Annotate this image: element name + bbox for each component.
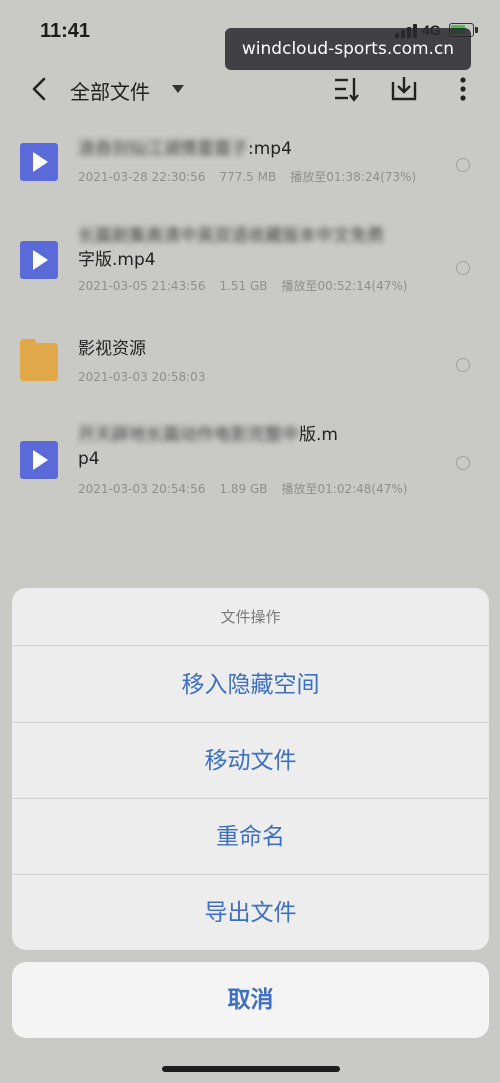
list-item[interactable]: 影视资源 2021-03-03 20:58:03 [0, 330, 500, 400]
cancel-button[interactable]: 取消 [12, 962, 489, 1038]
file-date: 2021-03-03 20:58:03 [78, 370, 206, 384]
file-name: 开天辟地长篇动作电影完整中版.m p4 [78, 425, 338, 469]
action-sheet-title: 文件操作 [12, 588, 489, 646]
video-file-icon [20, 241, 58, 279]
status-time: 11:41 [40, 20, 91, 42]
file-progress: 播放至01:02:48(47%) [281, 482, 408, 496]
list-item[interactable]: 长篇剧集高清中英双语收藏版本中文免费 字版.mp4 2021-03-05 21:4… [0, 220, 500, 315]
file-date: 2021-03-28 22:30:56 [78, 170, 206, 184]
video-file-icon [20, 143, 58, 181]
move-file-button[interactable]: 移动文件 [12, 723, 489, 799]
file-meta: 2021-03-05 21:43:56 1.51 GB 播放至00:52:14(47… [78, 277, 421, 294]
folder-icon [20, 339, 58, 381]
file-name: 浪吞剑仙江湖情雷霆子:mp4 [78, 139, 292, 159]
file-meta: 2021-03-03 20:58:03 [78, 370, 219, 384]
list-item[interactable]: 开天辟地长篇动作电影完整中版.m p4 2021-03-03 20:54:56 1.… [0, 420, 500, 505]
list-item[interactable]: 浪吞剑仙江湖情雷霆子:mp4 2021-03-28 22:30:56 777.5 … [0, 125, 500, 205]
download-icon[interactable] [389, 74, 419, 104]
file-meta: 2021-03-28 22:30:56 777.5 MB 播放至01:38:24(7… [78, 168, 430, 185]
move-to-hidden-space-button[interactable]: 移入隐藏空间 [12, 647, 489, 723]
select-radio[interactable] [456, 260, 470, 275]
sort-icon[interactable] [332, 74, 362, 104]
chevron-down-icon[interactable] [172, 85, 184, 93]
file-progress: 播放至01:38:24(73%) [290, 170, 417, 184]
top-nav: 全部文件 [0, 62, 500, 118]
page-title[interactable]: 全部文件 [70, 76, 150, 105]
file-progress: 播放至00:52:14(47%) [281, 279, 408, 293]
file-date: 2021-03-05 21:43:56 [78, 279, 206, 293]
file-size: 1.89 GB [219, 482, 268, 496]
back-icon[interactable] [26, 74, 56, 104]
file-date: 2021-03-03 20:54:56 [78, 482, 206, 496]
action-sheet: 文件操作 移入隐藏空间 移动文件 重命名 导出文件 [12, 588, 489, 950]
file-size: 777.5 MB [219, 170, 277, 184]
select-radio[interactable] [456, 358, 470, 372]
video-file-icon [20, 441, 58, 479]
more-icon[interactable] [448, 74, 478, 104]
export-file-button[interactable]: 导出文件 [12, 875, 489, 950]
select-radio[interactable] [456, 455, 470, 470]
file-meta: 2021-03-03 20:54:56 1.89 GB 播放至01:02:48(47… [78, 480, 421, 497]
file-name: 长篇剧集高清中英双语收藏版本中文免费 字版.mp4 [78, 226, 384, 270]
select-radio[interactable] [456, 158, 470, 172]
file-name: 影视资源 [78, 339, 146, 359]
file-size: 1.51 GB [219, 279, 268, 293]
rename-button[interactable]: 重命名 [12, 799, 489, 875]
home-indicator[interactable] [162, 1066, 340, 1072]
